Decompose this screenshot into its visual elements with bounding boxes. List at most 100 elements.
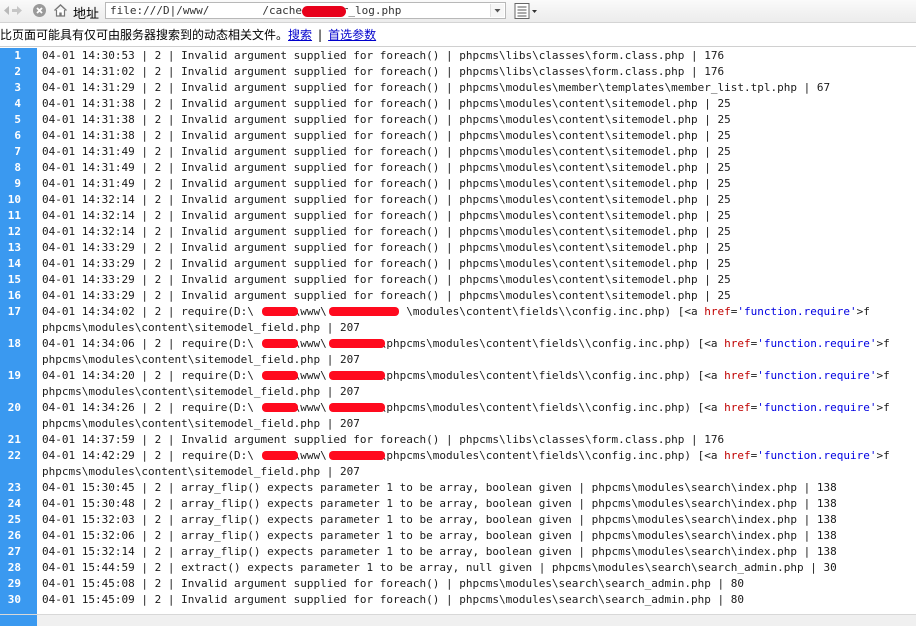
html-attribute-value: 'function.require' [737, 305, 857, 318]
log-line: 14 04-01 14:33:29 | 2 | Invalid argument … [0, 256, 916, 272]
log-line: 25 04-01 15:32:03 | 2 | array_flip() expe… [0, 512, 916, 528]
log-line: 23 04-01 15:30:45 | 2 | array_flip() expe… [0, 480, 916, 496]
log-text: 04-01 14:31:38 | 2 | Invalid argument su… [42, 97, 731, 110]
line-number: 6 [14, 129, 21, 142]
redaction-mark [329, 371, 385, 380]
log-line: 9 04-01 14:31:49 | 2 | Invalid argument s… [0, 176, 916, 192]
log-text: 04-01 14:33:29 | 2 | Invalid argument su… [42, 289, 731, 302]
log-text-suffix: >f [876, 449, 890, 462]
log-line: 11 04-01 14:32:14 | 2 | Invalid argument … [0, 208, 916, 224]
html-attribute-value: 'function.require' [757, 337, 877, 350]
redaction-mark [329, 451, 385, 460]
html-attribute: href [724, 449, 751, 462]
line-number: 8 [14, 161, 21, 174]
line-number: 14 [7, 257, 21, 270]
log-line: 15 04-01 14:33:29 | 2 | Invalid argument … [0, 272, 916, 288]
info-message-row: 比页面可能具有仅可由服务器搜索到的动态相关文件。搜索 | 首选参数 [0, 26, 376, 43]
log-text: 04-01 14:37:59 | 2 | Invalid argument su… [42, 433, 725, 446]
log-text: 04-01 15:32:06 | 2 | array_flip() expect… [42, 529, 837, 542]
log-line-continuation: phpcms\modules\content\sitemodel_field.p… [0, 352, 916, 368]
info-separator: | [318, 28, 323, 42]
line-number: 20 [7, 401, 21, 414]
html-attribute: href [724, 401, 751, 414]
line-number: 15 [7, 273, 21, 286]
log-text: 04-01 14:31:02 | 2 | Invalid argument su… [42, 65, 725, 78]
log-text: 04-01 14:31:49 | 2 | Invalid argument su… [42, 145, 731, 158]
line-number: 25 [7, 513, 21, 526]
redaction-mark [262, 451, 298, 460]
log-text: 04-01 14:31:38 | 2 | Invalid argument su… [42, 129, 731, 142]
log-text: 04-01 15:30:45 | 2 | array_flip() expect… [42, 481, 837, 494]
line-number: 5 [14, 113, 21, 126]
log-line: 29 04-01 15:45:08 | 2 | Invalid argument … [0, 576, 916, 592]
log-line: 20 04-01 14:34:26 | 2 | require(D:\ \www\… [0, 400, 916, 416]
log-line: 27 04-01 15:32:14 | 2 | array_flip() expe… [0, 544, 916, 560]
line-number: 9 [14, 177, 21, 190]
address-input[interactable]: file:///D|/www/ /caches/error_log.php [110, 4, 401, 17]
page-menu-icon[interactable] [514, 2, 538, 20]
line-number: 21 [7, 433, 21, 446]
line-number: 24 [7, 497, 21, 510]
line-number: 27 [7, 545, 21, 558]
log-line: 24 04-01 15:30:48 | 2 | array_flip() expe… [0, 496, 916, 512]
html-attribute-value: 'function.require' [757, 449, 877, 462]
log-view: 1 04-01 14:30:53 | 2 | Invalid argument s… [0, 48, 916, 614]
stop-icon[interactable] [32, 3, 47, 18]
log-line: 21 04-01 14:37:59 | 2 | Invalid argument … [0, 432, 916, 448]
log-line-continuation: phpcms\modules\content\sitemodel_field.p… [0, 416, 916, 432]
line-number: 4 [14, 97, 21, 110]
status-bar [0, 614, 916, 626]
line-number: 30 [7, 593, 21, 606]
log-text: 04-01 14:32:14 | 2 | Invalid argument su… [42, 193, 731, 206]
log-text: 04-01 15:32:03 | 2 | array_flip() expect… [42, 513, 837, 526]
html-attribute-value: 'function.require' [757, 401, 877, 414]
log-text: 04-01 14:31:38 | 2 | Invalid argument su… [42, 113, 731, 126]
line-number: 19 [7, 369, 21, 382]
log-text: 04-01 14:42:29 | 2 | require(D:\ \www\ \… [42, 448, 890, 464]
log-line: 13 04-01 14:33:29 | 2 | Invalid argument … [0, 240, 916, 256]
dropdown-icon[interactable] [490, 4, 504, 17]
log-line: 10 04-01 14:32:14 | 2 | Invalid argument … [0, 192, 916, 208]
log-line: 19 04-01 14:34:20 | 2 | require(D:\ \www\… [0, 368, 916, 384]
log-text: phpcms\modules\content\sitemodel_field.p… [42, 465, 360, 478]
log-text: 04-01 14:34:02 | 2 | require(D:\ \www\ \… [42, 304, 870, 320]
log-text: 04-01 14:32:14 | 2 | Invalid argument su… [42, 209, 731, 222]
line-number: 29 [7, 577, 21, 590]
line-number: 7 [14, 145, 21, 158]
log-line: 26 04-01 15:32:06 | 2 | array_flip() expe… [0, 528, 916, 544]
log-text: 04-01 15:32:14 | 2 | array_flip() expect… [42, 545, 837, 558]
log-text: 04-01 15:45:09 | 2 | Invalid argument su… [42, 593, 744, 606]
log-line: 3 04-01 14:31:29 | 2 | Invalid argument s… [0, 80, 916, 96]
forward-icon[interactable] [9, 3, 24, 18]
line-number: 17 [7, 305, 21, 318]
line-number: 18 [7, 337, 21, 350]
redaction-mark [329, 339, 385, 348]
log-line: 16 04-01 14:33:29 | 2 | Invalid argument … [0, 288, 916, 304]
line-number: 11 [7, 209, 21, 222]
log-text: phpcms\modules\content\sitemodel_field.p… [42, 321, 360, 334]
log-text: 04-01 14:31:49 | 2 | Invalid argument su… [42, 161, 731, 174]
line-number: 22 [7, 449, 21, 462]
log-line: 7 04-01 14:31:49 | 2 | Invalid argument s… [0, 144, 916, 160]
log-line-continuation: phpcms\modules\content\sitemodel_field.p… [0, 320, 916, 336]
line-number: 3 [14, 81, 21, 94]
html-attribute: href [724, 369, 751, 382]
redaction-mark [329, 307, 399, 316]
preferences-link[interactable]: 首选参数 [328, 28, 376, 42]
log-line: 1 04-01 14:30:53 | 2 | Invalid argument s… [0, 48, 916, 64]
html-attribute-value: 'function.require' [757, 369, 877, 382]
log-text: 04-01 14:34:26 | 2 | require(D:\ \www\ \… [42, 400, 890, 416]
info-message: 比页面可能具有仅可由服务器搜索到的动态相关文件。 [0, 28, 289, 42]
log-text: 04-01 15:30:48 | 2 | array_flip() expect… [42, 497, 837, 510]
log-line: 22 04-01 14:42:29 | 2 | require(D:\ \www\… [0, 448, 916, 464]
search-link[interactable]: 搜索 [288, 28, 312, 42]
home-icon[interactable] [53, 3, 68, 18]
log-line: 2 04-01 14:31:02 | 2 | Invalid argument s… [0, 64, 916, 80]
redaction-mark [302, 6, 346, 17]
redaction-mark [329, 403, 385, 412]
redaction-mark [262, 371, 298, 380]
redaction-mark [262, 403, 298, 412]
address-bar[interactable]: file:///D|/www/ /caches/error_log.php [105, 2, 506, 19]
line-number: 10 [7, 193, 21, 206]
log-text: phpcms\modules\content\sitemodel_field.p… [42, 353, 360, 366]
